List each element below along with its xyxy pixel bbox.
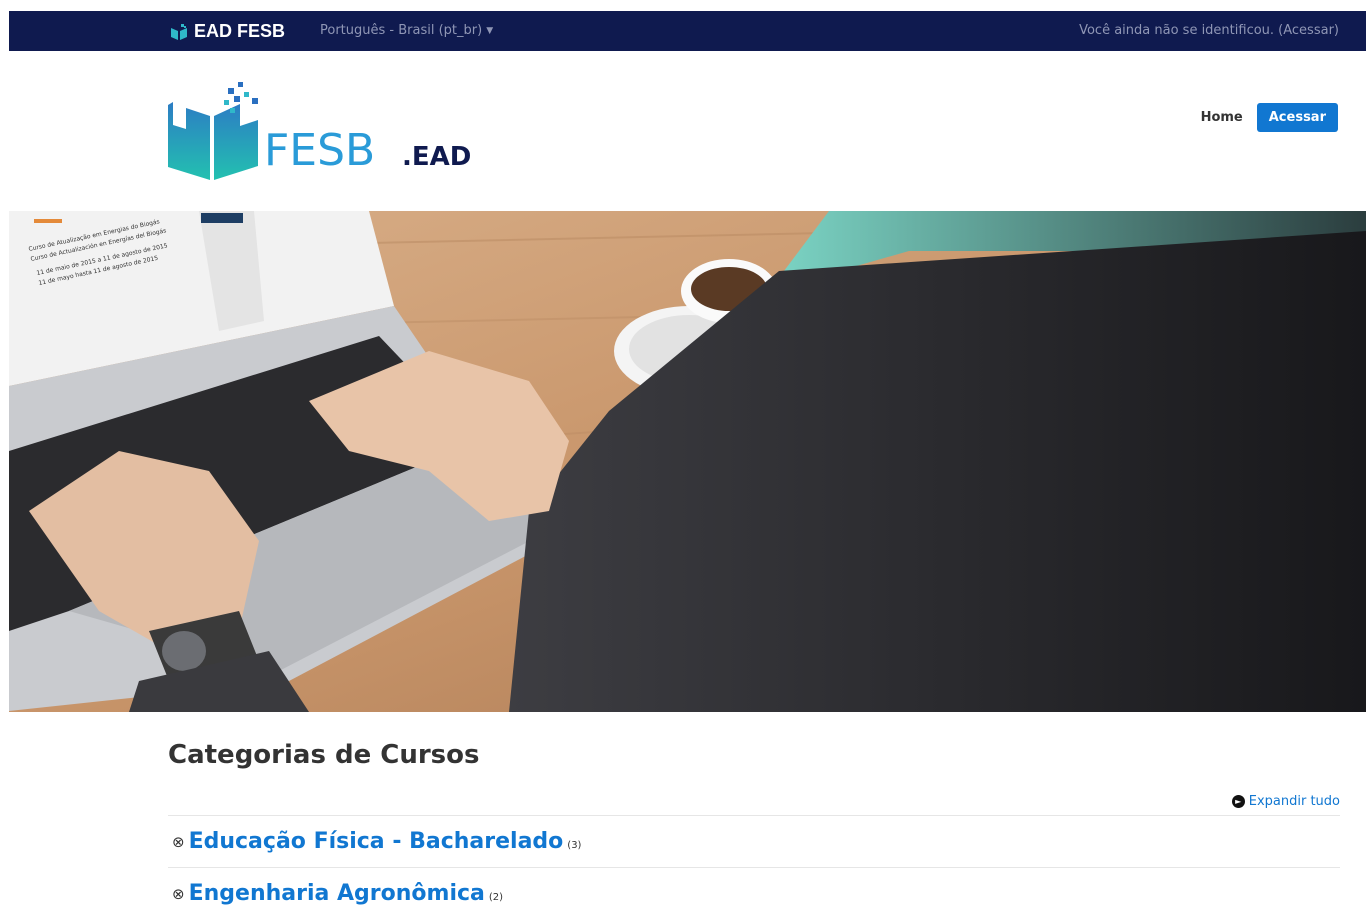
hero-image: Curso de Atualização em Energias do Biog… xyxy=(9,211,1366,712)
logo-suffix: .EAD xyxy=(402,142,471,172)
category-name[interactable]: Engenharia Agronômica xyxy=(189,881,485,906)
category-count: (3) xyxy=(567,840,582,851)
main-nav: Home Acessar xyxy=(1201,103,1338,132)
caret-down-icon: ▼ xyxy=(486,25,494,36)
language-label: Português - Brasil (pt_br) xyxy=(320,23,483,38)
category-name[interactable]: Educação Física - Bacharelado xyxy=(189,829,564,854)
categories-title: Categorias de Cursos xyxy=(168,740,480,770)
expand-all-link[interactable]: ► Expandir tudo xyxy=(1231,794,1340,809)
site-header: FESB .EAD Home Acessar xyxy=(0,51,1366,211)
logo-text: FESB xyxy=(264,125,375,176)
nav-home-link[interactable]: Home xyxy=(1201,110,1243,125)
category-item[interactable]: ⊗ Engenharia Agronômica (2) xyxy=(168,867,1340,919)
top-navbar: EAD FESB Português - Brasil (pt_br) ▼ Vo… xyxy=(9,11,1366,51)
chevron-right-circle-icon: ► xyxy=(1231,795,1245,808)
category-item[interactable]: ⊗ Educação Física - Bacharelado (3) xyxy=(168,815,1340,867)
category-list: ⊗ Educação Física - Bacharelado (3) ⊗ En… xyxy=(168,815,1340,919)
course-categories: Categorias de Cursos ► Expandir tudo ⊗ E… xyxy=(168,740,1340,906)
expand-arrow-icon[interactable]: ⊗ xyxy=(172,885,185,903)
category-count: (2) xyxy=(488,892,504,903)
site-brand[interactable]: EAD FESB xyxy=(170,21,285,42)
login-status[interactable]: Você ainda não se identificou. (Acessar) xyxy=(1079,23,1339,38)
expand-all-label: Expandir tudo xyxy=(1248,794,1340,809)
brand-label: EAD FESB xyxy=(194,21,286,41)
login-button[interactable]: Acessar xyxy=(1256,103,1338,132)
expand-arrow-icon[interactable]: ⊗ xyxy=(172,833,185,851)
fesb-ead-logo[interactable]: FESB .EAD xyxy=(168,80,488,186)
book-logo-icon xyxy=(171,23,187,40)
language-selector[interactable]: Português - Brasil (pt_br) ▼ xyxy=(320,23,493,38)
